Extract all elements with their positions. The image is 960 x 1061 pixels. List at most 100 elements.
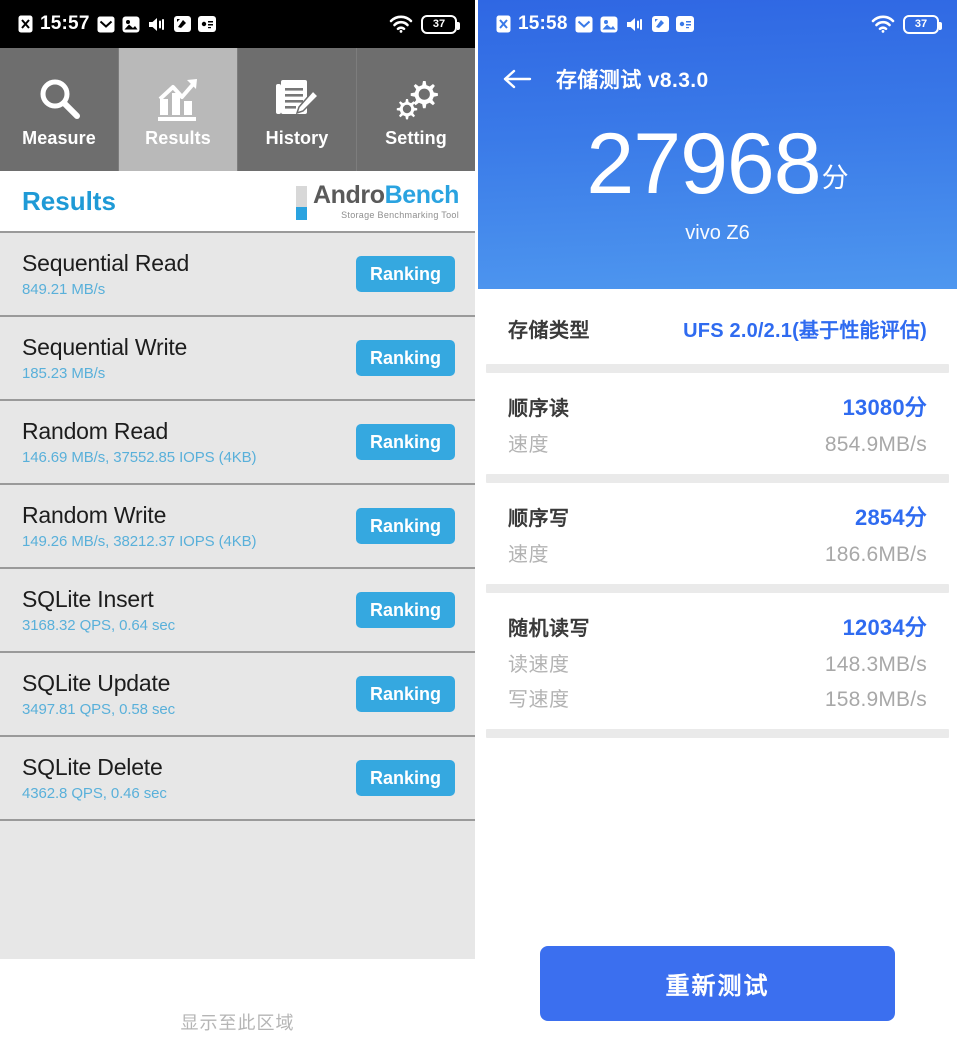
result-info: SQLite Insert 3168.32 QPS, 0.64 sec [22,586,175,634]
left-status-icons-group: 15:57 [18,13,389,35]
result-value: 849.21 MB/s [22,281,106,298]
battery-indicator: 37 [421,14,460,34]
total-score-value: 27968 [586,116,821,212]
result-info: Random Write 149.26 MB/s, 38212.37 IOPS … [22,502,257,550]
androbench-tab-bar: Measure Results History Setting [0,48,475,171]
result-name: SQLite Delete [22,754,163,780]
result-value: 4362.8 QPS, 0.46 sec [22,785,167,802]
result-value: 146.69 MB/s, 37552.85 IOPS (4KB) [22,449,257,466]
detail-label: 写速度 [508,688,570,711]
sim-x-icon [496,15,511,33]
table-row[interactable]: SQLite Delete 4362.8 QPS, 0.46 sec Ranki… [0,737,475,821]
ranking-button[interactable]: Ranking [355,424,455,460]
ranking-button[interactable]: Ranking [355,676,455,712]
storage-type-row: 存储类型 UFS 2.0/2.1(基于性能评估) [508,311,927,346]
mute-speaker-icon [625,16,645,33]
left-phone-androbench: 15:57 37 Measure Results History Setting… [0,0,478,1061]
section-detail-row: 读速度 148.3MB/s [508,645,927,680]
result-name: Random Write [22,502,167,528]
detail-label: 速度 [508,433,549,456]
score-hero-panel: 15:58 37 存储测试 v8.3.0 27968 分 vivo Z6 [478,0,957,289]
bottom-spacer [478,752,957,946]
result-info: Sequential Write 185.23 MB/s [22,334,187,382]
section-label: 随机读写 [508,617,590,640]
table-row[interactable]: Random Write 149.26 MB/s, 38212.37 IOPS … [0,485,475,569]
dual-screenshot-comparison: 15:57 37 Measure Results History Setting… [0,0,960,1061]
page-title: Results [22,185,116,216]
result-value: 149.26 MB/s, 38212.37 IOPS (4KB) [22,533,257,550]
table-row[interactable]: Sequential Read 849.21 MB/s Ranking [0,233,475,317]
card-badge-icon [675,16,694,32]
wifi-icon [871,15,895,33]
result-info: SQLite Delete 4362.8 QPS, 0.46 sec [22,754,167,802]
section-divider [486,728,949,738]
right-status-time: 15:58 [518,13,568,34]
storage-type-label: 存储类型 [508,319,590,342]
tab-setting[interactable]: Setting [357,48,475,171]
sequential-write-group: 顺序写 2854分 速度 186.6MB/s [478,497,957,570]
gears-icon [392,71,440,123]
photo-icon [122,16,140,33]
footer-hint-text: 显示至此区域 [180,1012,295,1033]
storage-type-value: UFS 2.0/2.1(基于性能评估) [683,319,927,342]
logo-bench: Bench [384,180,460,209]
section-label: 顺序读 [508,397,570,420]
tab-results-label: Results [145,127,211,148]
table-row[interactable]: Sequential Write 185.23 MB/s Ranking [0,317,475,401]
ranking-button[interactable]: Ranking [355,508,455,544]
ranking-button[interactable]: Ranking [355,340,455,376]
ranking-button[interactable]: Ranking [355,256,455,292]
bar-chart-icon [154,71,202,123]
right-status-right-group: 37 [871,14,942,34]
logo-andro: Andro [312,180,385,209]
photo-icon [600,16,618,33]
result-info: SQLite Update 3497.81 QPS, 0.58 sec [22,670,175,718]
detail-value: 148.3MB/s [824,652,927,676]
results-detail-body: 存储类型 UFS 2.0/2.1(基于性能评估) 顺序读 13080分 速度 8… [478,288,957,1061]
tab-results[interactable]: Results [119,48,238,171]
device-model-label: vivo Z6 [685,221,750,244]
results-header: Results AndroBench Storage Benchmarking … [0,171,475,231]
section-label: 顺序写 [508,507,570,530]
table-row[interactable]: SQLite Insert 3168.32 QPS, 0.64 sec Rank… [0,569,475,653]
left-status-bar: 15:57 37 [0,0,475,48]
section-score: 12034分 [842,614,927,640]
right-phone-storage-test: 15:58 37 存储测试 v8.3.0 27968 分 vivo Z6 存储类… [478,0,957,1061]
result-value: 185.23 MB/s [22,365,106,382]
mail-icon [97,16,115,33]
result-value: 3168.32 QPS, 0.64 sec [22,617,176,634]
retest-button[interactable]: 重新测试 [540,946,895,1021]
ranking-button[interactable]: Ranking [355,592,455,628]
app-badge-icon [651,16,669,32]
ranking-button[interactable]: Ranking [355,760,455,796]
detail-value: 186.6MB/s [824,542,927,566]
section-score: 2854分 [855,504,927,530]
detail-value: 854.9MB/s [824,432,927,456]
results-empty-area [0,821,475,959]
back-arrow-icon[interactable] [502,64,532,94]
section-detail-row: 速度 854.9MB/s [508,425,927,460]
result-name: Random Read [22,418,169,444]
score-line: 27968 分 [478,116,957,212]
table-row[interactable]: SQLite Update 3497.81 QPS, 0.58 sec Rank… [0,653,475,737]
result-name: SQLite Insert [22,586,154,612]
tab-history[interactable]: History [238,48,357,171]
section-detail-row: 速度 186.6MB/s [508,535,927,570]
random-readwrite-group: 随机读写 12034分 读速度 148.3MB/s 写速度 158.9MB/s [478,607,957,715]
tab-measure[interactable]: Measure [0,48,119,171]
section-header-row: 顺序写 2854分 [508,497,927,535]
section-header-row: 顺序读 13080分 [508,387,927,425]
result-name: Sequential Read [22,250,190,276]
right-status-icons-group: 15:58 [496,13,871,35]
table-row[interactable]: Random Read 146.69 MB/s, 37552.85 IOPS (… [0,401,475,485]
logo-mark-icon [295,185,307,220]
mute-speaker-icon [147,16,167,33]
result-info: Sequential Read 849.21 MB/s [22,250,189,298]
androbench-logo: AndroBench Storage Benchmarking Tool [295,180,460,220]
benchmark-results-list: Sequential Read 849.21 MB/s Ranking Sequ… [0,231,475,821]
wifi-icon [389,15,413,33]
magnifier-icon [35,71,83,123]
section-divider [486,583,949,593]
sequential-read-group: 顺序读 13080分 速度 854.9MB/s [478,387,957,460]
battery-indicator: 37 [903,14,942,34]
